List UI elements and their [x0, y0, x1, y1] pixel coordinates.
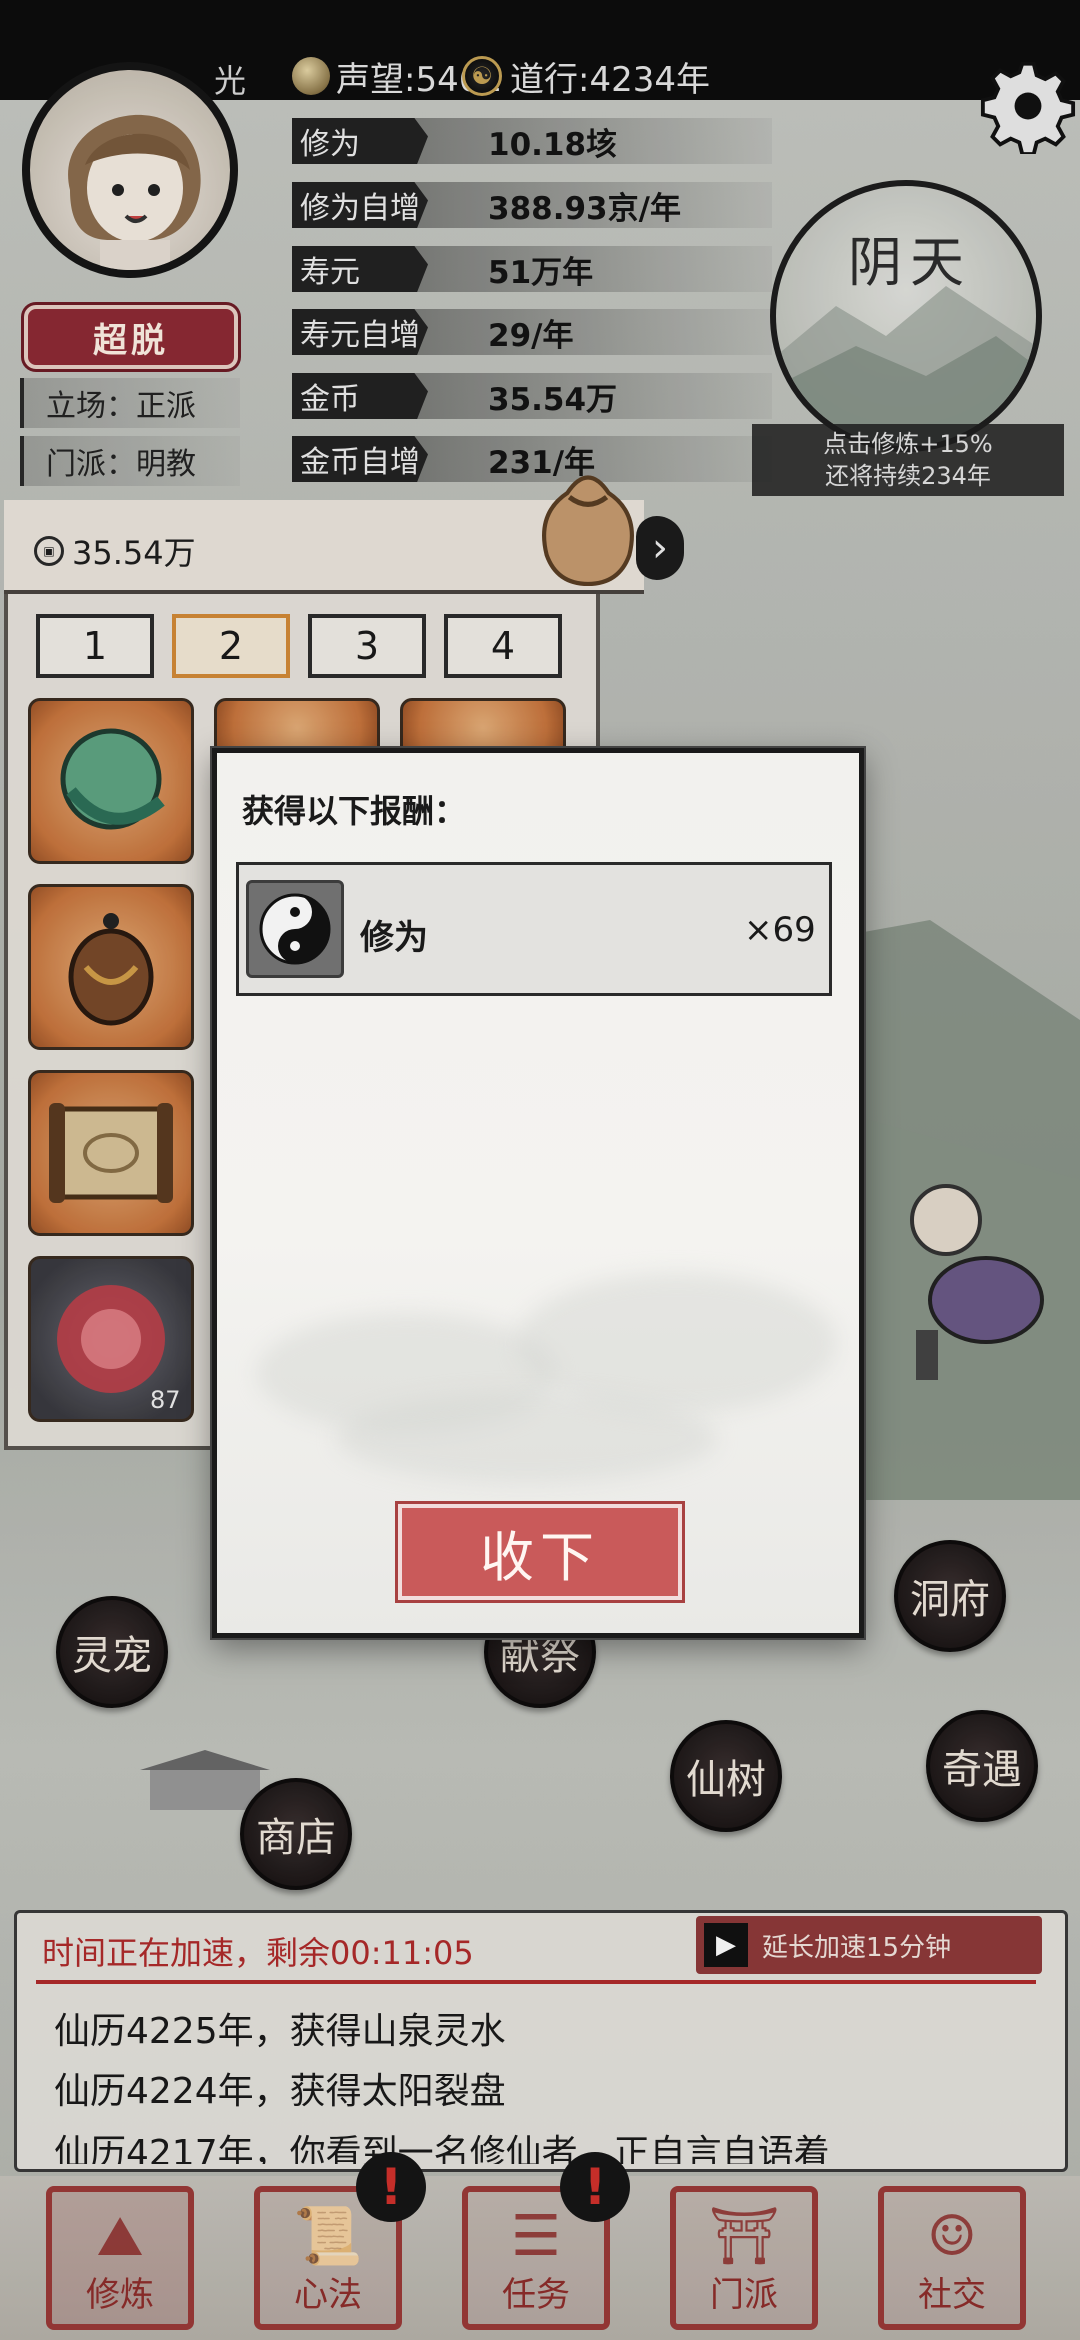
- accept-button[interactable]: 收下: [398, 1504, 682, 1600]
- reward-name: 修为: [360, 918, 428, 958]
- dialog-title: 获得以下报酬：: [242, 792, 467, 830]
- reward-quantity: ×69: [744, 910, 816, 950]
- taiji-reward-icon: [246, 880, 344, 978]
